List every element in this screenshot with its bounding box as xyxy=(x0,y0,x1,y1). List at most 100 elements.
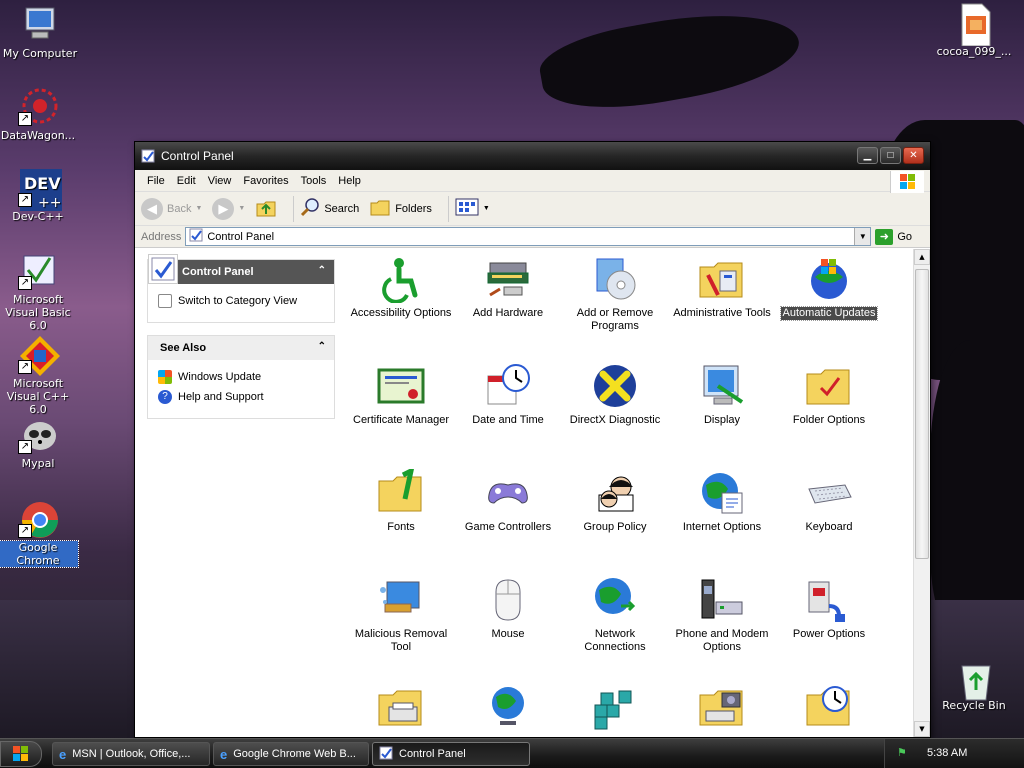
phone-modem-icon xyxy=(698,576,746,624)
help-and-support-link[interactable]: ? Help and Support xyxy=(158,390,324,404)
mouse-icon xyxy=(484,576,532,624)
desktop-icon-recycle-bin[interactable]: Recycle Bin xyxy=(934,656,1014,712)
menu-tools[interactable]: Tools xyxy=(295,173,333,189)
desktop-icon-cocoa-file[interactable]: cocoa_099_... xyxy=(934,2,1014,58)
cp-item-display[interactable]: Display xyxy=(668,362,776,427)
folders-button[interactable]: Folders xyxy=(369,197,432,220)
ie-icon: e xyxy=(59,746,67,762)
cp-item-fonts[interactable]: Fonts xyxy=(347,466,455,534)
see-also-header[interactable]: See Also ⌃ xyxy=(148,336,334,360)
title-bar[interactable]: Control Panel ▁ □ ✕ xyxy=(135,142,930,170)
cp-item-phone-and-modem-options[interactable]: Phone and Modem Options xyxy=(668,576,776,654)
group-policy-icon xyxy=(591,469,639,517)
scroll-down-button[interactable]: ▼ xyxy=(914,721,930,737)
search-icon xyxy=(300,197,320,220)
window-title: Control Panel xyxy=(161,149,234,163)
taskbar-task-control-panel[interactable]: Control Panel xyxy=(372,742,530,766)
desktop-icon-mypal[interactable]: ↗ Mypal xyxy=(0,414,78,470)
close-button[interactable]: ✕ xyxy=(903,147,924,164)
cp-item-power-options[interactable]: Power Options xyxy=(775,576,883,641)
toolbar-separator xyxy=(293,195,295,222)
cp-item-add-hardware[interactable]: Add Hardware xyxy=(454,255,562,320)
globe-icon xyxy=(698,469,746,517)
certificate-icon xyxy=(377,362,425,410)
cp-item-group-policy[interactable]: Group Policy xyxy=(561,469,669,534)
desktop-icon-visual-basic[interactable]: ↗ Microsoft Visual Basic 6.0 xyxy=(0,250,78,332)
scroll-up-button[interactable]: ▲ xyxy=(914,249,930,265)
address-field[interactable]: Control Panel ▼ xyxy=(185,227,872,246)
taskbar-task-chrome-web-store[interactable]: e Google Chrome Web B... xyxy=(213,742,369,766)
desktop-icon-datawagon[interactable]: ↗ DataWagon... xyxy=(0,86,78,142)
menu-file[interactable]: File xyxy=(141,173,171,189)
clock[interactable]: 5:38 AM xyxy=(927,747,967,759)
accessibility-icon xyxy=(377,255,425,304)
windows-update-label: Windows Update xyxy=(178,371,262,383)
windows-logo-icon xyxy=(13,746,28,761)
cp-item-internet-options[interactable]: Internet Options xyxy=(668,469,776,534)
address-dropdown-button[interactable]: ▼ xyxy=(854,228,871,245)
windows-update-link[interactable]: Windows Update xyxy=(158,370,324,384)
task-label: Control Panel xyxy=(399,748,466,760)
desktop-icon-dev-cpp[interactable]: DEV ++ ↗ Dev-C++ xyxy=(0,167,78,223)
views-icon xyxy=(455,197,479,220)
administrative-tools-icon xyxy=(698,255,746,303)
cp-item-label: Accessibility Options xyxy=(350,307,452,319)
desktop-icon-google-chrome[interactable]: ↗ Google Chrome xyxy=(0,498,79,568)
vertical-scrollbar[interactable]: ▲ ▼ xyxy=(913,249,930,737)
collapse-chevron-icon[interactable]: ⌃ xyxy=(318,341,326,352)
visual-cpp-icon: ↗ xyxy=(18,334,60,376)
cp-item-mouse[interactable]: Mouse xyxy=(454,576,562,641)
desktop-icon-my-computer[interactable]: My Computer xyxy=(0,4,80,60)
cp-item-directx-diagnostic[interactable]: DirectX Diagnostic xyxy=(561,362,669,427)
cp-item-label: Date and Time xyxy=(472,414,544,426)
up-folder-button[interactable] xyxy=(255,196,277,221)
start-button[interactable] xyxy=(0,741,42,767)
cp-item-add-or-remove-programs[interactable]: Add or Remove Programs xyxy=(561,255,669,333)
control-panel-section-header[interactable]: Control Panel ⌃ xyxy=(148,254,334,284)
folders-label: Folders xyxy=(395,202,432,215)
raccoon-icon: ↗ xyxy=(18,414,58,454)
cp-item-accessibility-options[interactable]: Accessibility Options xyxy=(347,255,455,320)
cp-item-folder-options[interactable]: Folder Options xyxy=(775,362,883,427)
menu-help[interactable]: Help xyxy=(332,173,367,189)
back-button[interactable]: ◀ Back ▼ xyxy=(141,197,202,220)
cp-item-date-and-time[interactable]: Date and Time xyxy=(454,362,562,427)
views-button[interactable]: ▼ xyxy=(455,197,490,220)
cp-item-label: Automatic Updates xyxy=(779,306,879,321)
calendar-clock-icon xyxy=(484,362,532,410)
folders-icon xyxy=(369,197,391,220)
collapse-chevron-icon[interactable]: ⌃ xyxy=(318,265,326,276)
search-button[interactable]: Search xyxy=(300,197,359,220)
computer-icon xyxy=(20,4,60,44)
taskbar-task-msn[interactable]: e MSN | Outlook, Office,... xyxy=(52,742,210,766)
directx-icon xyxy=(591,362,639,410)
cp-item-automatic-updates[interactable]: Automatic Updates xyxy=(775,255,883,321)
svg-text:++: ++ xyxy=(38,195,61,211)
menu-view[interactable]: View xyxy=(202,173,238,189)
cp-item-administrative-tools[interactable]: Administrative Tools xyxy=(668,255,776,320)
maximize-button[interactable]: □ xyxy=(880,147,901,164)
switch-to-category-view-link[interactable]: Switch to Category View xyxy=(158,294,324,308)
back-label: Back xyxy=(167,202,192,215)
minimize-button[interactable]: ▁ xyxy=(857,147,878,164)
cp-item-malicious-removal-tool[interactable]: Malicious Removal Tool xyxy=(347,576,455,654)
cp-item-label: Power Options xyxy=(792,628,866,640)
menu-edit[interactable]: Edit xyxy=(171,173,202,189)
forward-button[interactable]: ▶ ▼ xyxy=(212,197,245,220)
shortcut-arrow-icon: ↗ xyxy=(18,276,32,290)
cp-item-certificate-manager[interactable]: Certificate Manager xyxy=(347,362,455,427)
malicious-removal-icon xyxy=(377,576,425,624)
desktop-icon-label: Google Chrome xyxy=(0,540,79,568)
cp-item-game-controllers[interactable]: Game Controllers xyxy=(454,469,562,534)
dev-cpp-icon: DEV ++ ↗ xyxy=(18,167,64,213)
cp-item-keyboard[interactable]: Keyboard xyxy=(775,469,883,534)
scroll-thumb[interactable] xyxy=(915,269,929,559)
cp-item-network-connections[interactable]: Network Connections xyxy=(561,576,669,654)
go-button[interactable]: ➜ Go xyxy=(875,228,912,245)
desktop-icon-visual-cpp[interactable]: ↗ Microsoft Visual C++ 6.0 xyxy=(0,334,78,416)
network-tray-icon[interactable]: ⚑ xyxy=(897,746,913,762)
menu-favorites[interactable]: Favorites xyxy=(237,173,294,189)
toolbar-separator xyxy=(447,195,449,222)
control-panel-icon xyxy=(379,746,393,763)
go-arrow-icon: ➜ xyxy=(875,228,894,245)
